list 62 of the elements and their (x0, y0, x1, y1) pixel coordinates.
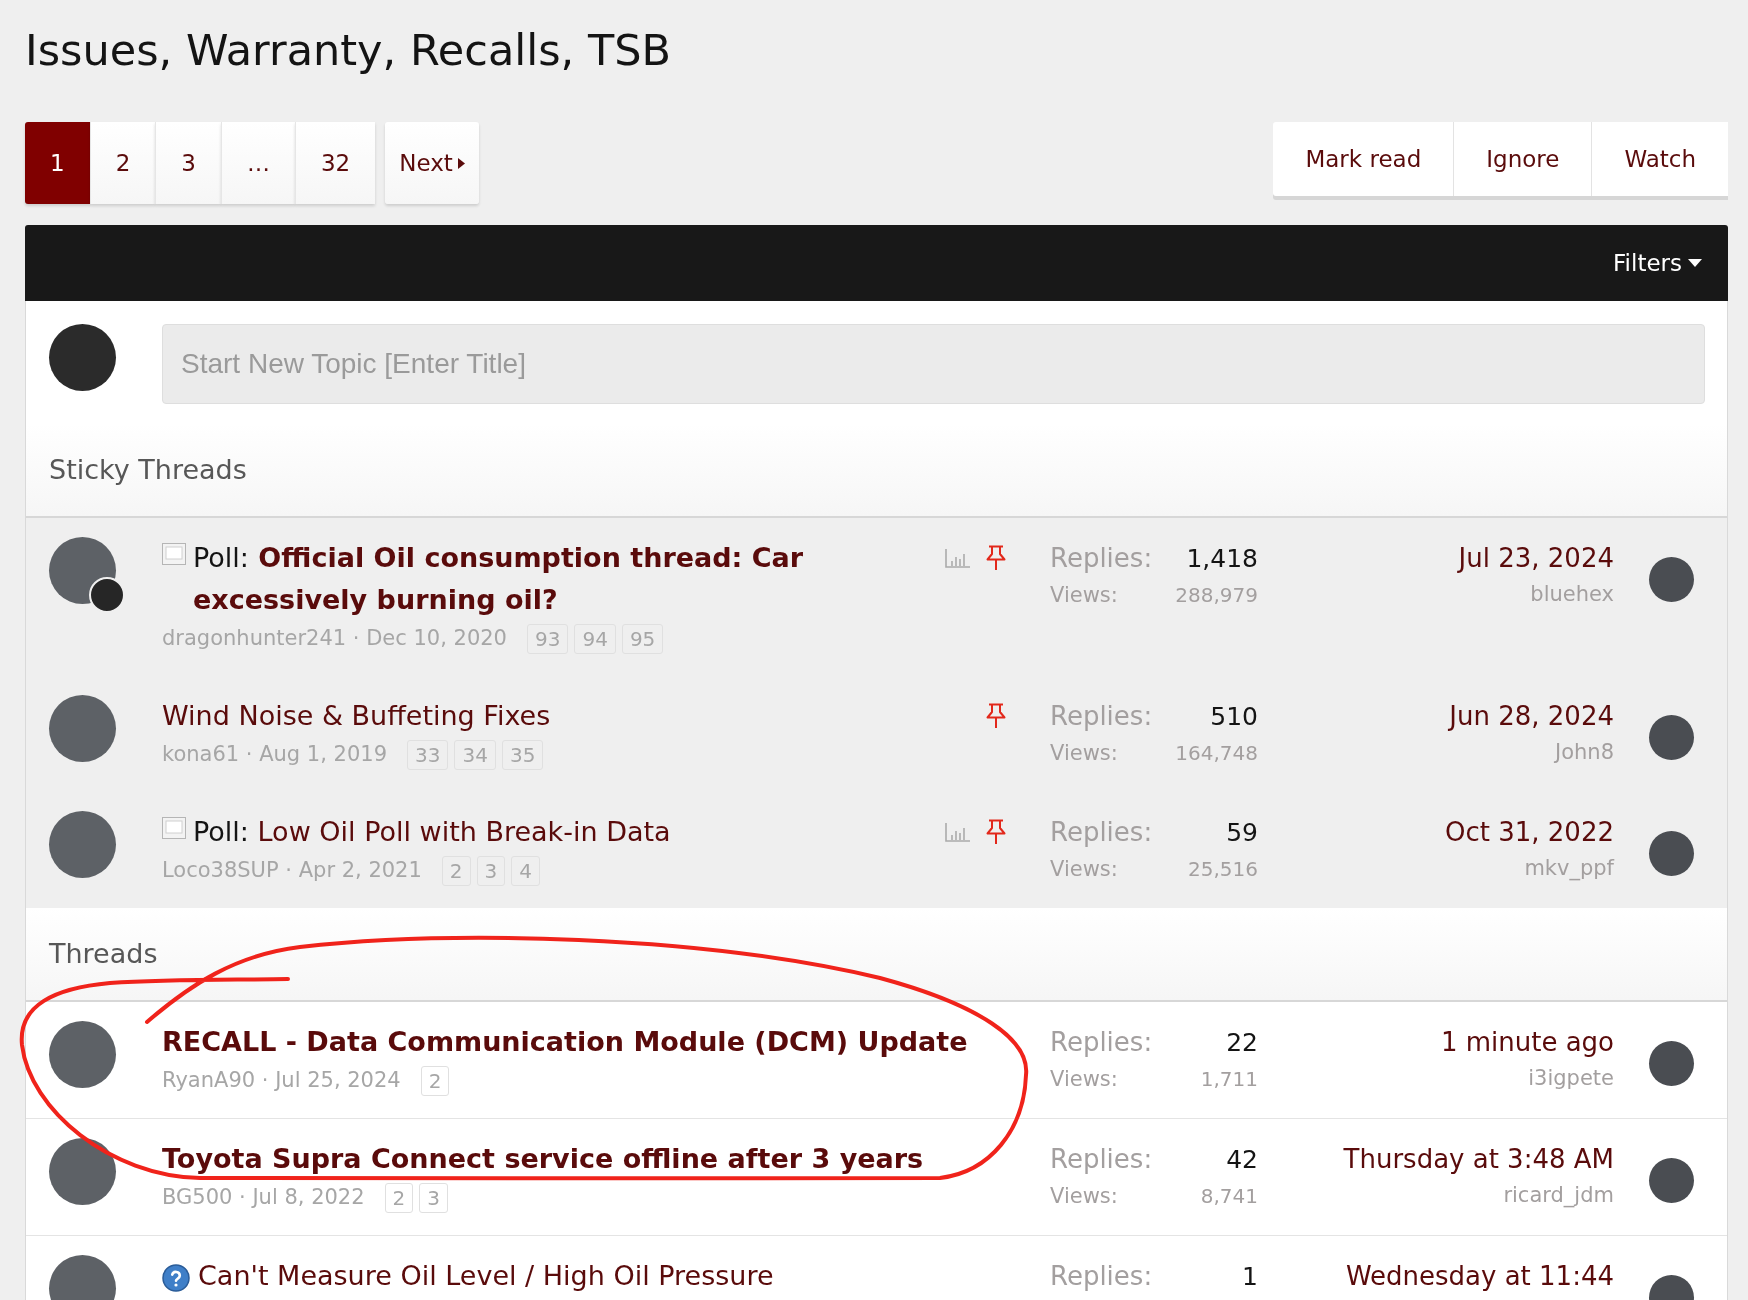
thread-title-link[interactable]: Poll: Low Oil Poll with Break-in Data (193, 811, 671, 853)
page-button[interactable]: … (220, 122, 295, 204)
page-button[interactable]: 32 (294, 122, 376, 204)
last-post-date-link[interactable]: 1 minute ago (1440, 1021, 1614, 1063)
user-avatar[interactable] (1649, 1158, 1694, 1203)
replies-count: 1,418 (1186, 543, 1258, 575)
user-avatar[interactable] (1649, 557, 1694, 602)
views-label: Views: (1050, 1183, 1118, 1210)
caret-icon (1688, 259, 1702, 267)
last-post-date-link[interactable]: Jun 28, 2024 (1449, 695, 1614, 737)
views-label: Views: (1050, 856, 1118, 883)
thread-title-link[interactable]: RECALL - Data Communication Module (DCM) Update (162, 1021, 968, 1063)
replies-count: 22 (1226, 1027, 1258, 1059)
last-post-date-link[interactable]: Wednesday at 11:44 (1345, 1255, 1614, 1297)
views-count: 25,516 (1188, 856, 1258, 883)
thread-title-link[interactable]: Poll: Official Oil consumption thread: Car excessively burning oil? (193, 537, 927, 621)
image-icon (162, 543, 186, 565)
replies-label: Replies: (1050, 700, 1153, 733)
thread-byline: kona61 · Aug 1, 2019 (162, 741, 388, 769)
views-label: Views: (1050, 1066, 1118, 1093)
views-label: Views: (1050, 740, 1118, 767)
user-avatar[interactable] (1649, 1041, 1694, 1086)
caret-icon (457, 157, 465, 169)
filters-button[interactable]: Filters (1613, 245, 1702, 281)
views-count: 1,711 (1200, 1066, 1258, 1093)
thread-byline: BG500 · Jul 8, 2022 (162, 1184, 365, 1212)
views-count: 288,979 (1175, 582, 1258, 609)
replies-label: Replies: (1050, 1026, 1153, 1059)
replies-label: Replies: (1050, 816, 1153, 849)
thread-byline: RyanA90 · Jul 25, 2024 (162, 1067, 401, 1095)
page-button[interactable]: 3 (155, 122, 221, 204)
bar-chart-icon (945, 548, 971, 568)
thread-title-link[interactable]: Can't Measure Oil Level / High Oil Pressure (198, 1255, 774, 1297)
section-title: Sticky Threads (49, 452, 247, 487)
thread-title-link[interactable]: Wind Noise & Buffeting Fixes (162, 695, 551, 737)
replies-count: 510 (1210, 701, 1258, 733)
replies-count: 42 (1226, 1144, 1258, 1176)
page-button[interactable]: 1 (25, 122, 90, 204)
last-post-date-link[interactable]: Jul 23, 2024 (1458, 537, 1614, 579)
page-title: Issues, Warranty, Recalls, TSB (25, 24, 672, 76)
replies-label: Replies: (1050, 1143, 1153, 1176)
replies-label: Replies: (1050, 542, 1153, 575)
last-post-date-link[interactable]: Thursday at 3:48 AM (1343, 1138, 1614, 1180)
views-count: 8,741 (1200, 1183, 1258, 1210)
section-title: Threads (49, 936, 158, 971)
thread-byline: Loco38SUP · Apr 2, 2021 (162, 857, 422, 885)
replies-label: Replies: (1050, 1260, 1153, 1293)
views-count: 164,748 (1175, 740, 1258, 767)
next-page-button[interactable]: Next (385, 122, 479, 204)
user-avatar[interactable] (1649, 831, 1694, 876)
thread-title-link[interactable]: Toyota Supra Connect service offline after 3 years (162, 1138, 924, 1180)
last-post-date-link[interactable]: Oct 31, 2022 (1445, 811, 1614, 853)
replies-count: 59 (1226, 817, 1258, 849)
views-label: Views: (1050, 582, 1118, 609)
user-avatar[interactable] (1649, 715, 1694, 760)
question-icon (162, 1264, 190, 1292)
new-topic-field[interactable]: Start New Topic [Enter Title] (162, 324, 1705, 404)
thread-byline: dragonhunter241 · Dec 10, 2020 (162, 625, 507, 653)
page-button[interactable]: 2 (89, 122, 156, 204)
image-icon (162, 817, 186, 839)
replies-count: 1 (1242, 1261, 1258, 1293)
bar-chart-icon (945, 822, 971, 842)
